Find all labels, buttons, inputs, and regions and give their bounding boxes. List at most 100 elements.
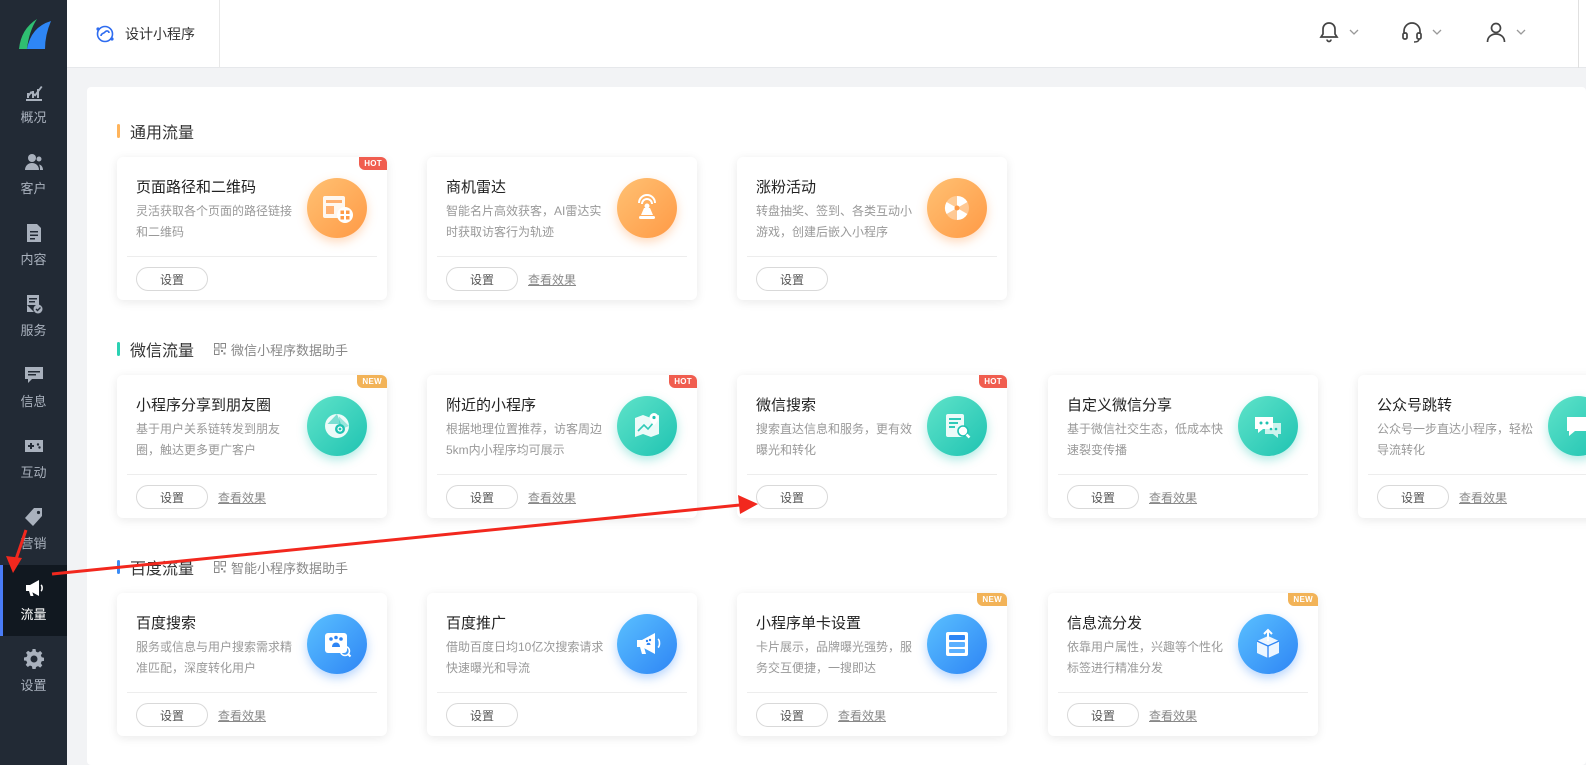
view-effect-link[interactable]: 查看效果 [528,489,576,506]
card-baidu-promotion: 百度推广 借助百度日均10亿次搜索请求快速曝光和导流 设置 [427,593,697,736]
settings-button[interactable]: 设置 [756,485,828,509]
card-icon [307,614,367,674]
sidebar-item-label: 信息 [20,394,47,409]
sidebar-item-settings[interactable]: 设置 [0,636,67,707]
card-divider [747,692,997,693]
card-icon [617,614,677,674]
card-desc: 基于微信社交生态，低成本快速裂变传播 [1067,422,1224,457]
card-icon [927,396,987,456]
wechat-data-assistant-link[interactable]: 微信小程序数据助手 [214,340,348,359]
settings-button[interactable]: 设置 [756,703,828,727]
headset-icon [1402,22,1422,43]
settings-button[interactable]: 设置 [1067,485,1139,509]
settings-button[interactable]: 设置 [756,267,828,291]
logo-icon [18,19,51,49]
sidebar: 概况 客户 内容 服务 信息 互动 营销 流量 设置 [0,0,67,765]
card-divider [1058,474,1308,475]
chart-icon [25,86,42,101]
card-desc: 服务或信息与用户搜索需求精准匹配，深度转化用户 [136,640,293,675]
traffic-panel: 通用流量 HOT 页面路径和二维码 灵活获取各个页面的路径链接和二维码 设置 商… [87,87,1586,765]
message-icon [24,367,43,383]
settings-button[interactable]: 设置 [446,267,518,291]
card-divider [1058,692,1308,693]
card-desc: 智能名片高效获客，AI雷达实时获取访客行为轨迹 [446,204,602,239]
settings-button[interactable]: 设置 [446,485,518,509]
settings-button[interactable]: 设置 [136,485,208,509]
view-effect-link[interactable]: 查看效果 [218,707,266,724]
card-title: 自定义微信分享 [1067,397,1173,414]
card-title: 微信搜索 [756,397,817,414]
view-effect-link[interactable]: 查看效果 [1149,707,1197,724]
card-divider [747,256,997,257]
sidebar-item-content[interactable]: 内容 [0,210,67,281]
helper-label: 微信小程序数据助手 [231,342,349,358]
user-menu[interactable] [1484,20,1526,44]
view-effect-link[interactable]: 查看效果 [1459,489,1507,506]
card-single-card-settings: NEW 小程序单卡设置 卡片展示，品牌曝光强势，服务交互便捷，一搜即达 设置 查… [737,593,1007,736]
support-menu[interactable] [1400,20,1442,44]
wheel-icon [944,196,969,220]
search-document-icon [946,414,971,439]
chevron-down-icon [1516,29,1526,35]
card-divider [1368,474,1586,475]
settings-button[interactable]: 设置 [136,703,208,727]
sidebar-item-customers[interactable]: 客户 [0,139,67,210]
card-divider [437,692,687,693]
card-list-icon [946,632,968,656]
card-desc: 搜索直达信息和服务，更有效曝光和转化 [756,422,913,457]
chat-bubble-icon [1567,417,1586,436]
settings-button[interactable]: 设置 [1067,703,1139,727]
sidebar-item-interaction[interactable]: 互动 [0,423,67,494]
hot-badge: HOT [979,375,1007,388]
view-effect-link[interactable]: 查看效果 [218,489,266,506]
sidebar-item-marketing[interactable]: 营销 [0,494,67,565]
card-custom-wechat-share: 自定义微信分享 基于微信社交生态，低成本快速裂变传播 设置 查看效果 [1048,375,1318,518]
sidebar-item-label: 服务 [20,323,47,338]
card-desc: 转盘抽奖、签到、各类互动小游戏，创建后嵌入小程序 [756,204,913,239]
card-official-account-jump: 公众号跳转 公众号一步直达小程序，轻松导流转化 设置 查看效果 [1358,375,1586,518]
card-desc: 公众号一步直达小程序，轻松导流转化 [1377,422,1534,457]
card-divider [127,256,377,257]
card-title: 百度搜索 [136,615,197,632]
card-divider [437,474,687,475]
baidu-data-assistant-link[interactable]: 智能小程序数据助手 [214,558,348,577]
section-title-general: 通用流量 [117,119,194,143]
card-feed-distribution: NEW 信息流分发 依靠用户属性，兴趣等个性化标签进行精准分发 设置 查看效果 [1048,593,1318,736]
section-title-text: 微信流量 [130,343,195,360]
view-effect-link[interactable]: 查看效果 [838,707,886,724]
card-divider [437,256,687,257]
megaphone-icon [25,580,43,596]
card-title: 百度推广 [446,615,507,632]
new-badge: NEW [357,375,387,388]
settings-button[interactable]: 设置 [136,267,208,291]
card-icon [307,396,367,456]
bell-icon [1319,22,1339,43]
card-desc: 灵活获取各个页面的路径链接和二维码 [136,204,293,239]
app-logo[interactable] [0,0,67,68]
settings-button[interactable]: 设置 [446,703,518,727]
card-icon [307,178,367,238]
view-effect-link[interactable]: 查看效果 [528,271,576,288]
distribution-box-icon [1256,628,1280,658]
sidebar-item-traffic[interactable]: 流量 [0,565,67,636]
card-icon [1238,396,1298,456]
sidebar-item-service[interactable]: 服务 [0,281,67,352]
card-desc: 依靠用户属性，兴趣等个性化标签进行精准分发 [1067,640,1224,675]
card-radar: 商机雷达 智能名片高效获客，AI雷达实时获取访客行为轨迹 设置 查看效果 [427,157,697,300]
section-accent-bar [117,560,120,574]
sidebar-item-messages[interactable]: 信息 [0,352,67,423]
notification-menu[interactable] [1317,20,1359,44]
section-title-text: 通用流量 [130,125,195,142]
scrollbar-track[interactable] [1578,0,1586,68]
card-divider [127,474,377,475]
sidebar-item-label: 内容 [20,252,47,267]
aperture-icon [325,414,349,438]
sidebar-item-overview[interactable]: 概况 [0,68,67,139]
sidebar-item-label: 概况 [20,110,47,125]
card-fan-activity: 涨粉活动 转盘抽奖、签到、各类互动小游戏，创建后嵌入小程序 设置 [737,157,1007,300]
top-header: 设计小程序 [67,0,1586,68]
settings-button[interactable]: 设置 [1377,485,1449,509]
view-effect-link[interactable]: 查看效果 [1149,489,1197,506]
section-accent-bar [117,124,120,138]
sidebar-item-label: 设置 [20,678,47,693]
